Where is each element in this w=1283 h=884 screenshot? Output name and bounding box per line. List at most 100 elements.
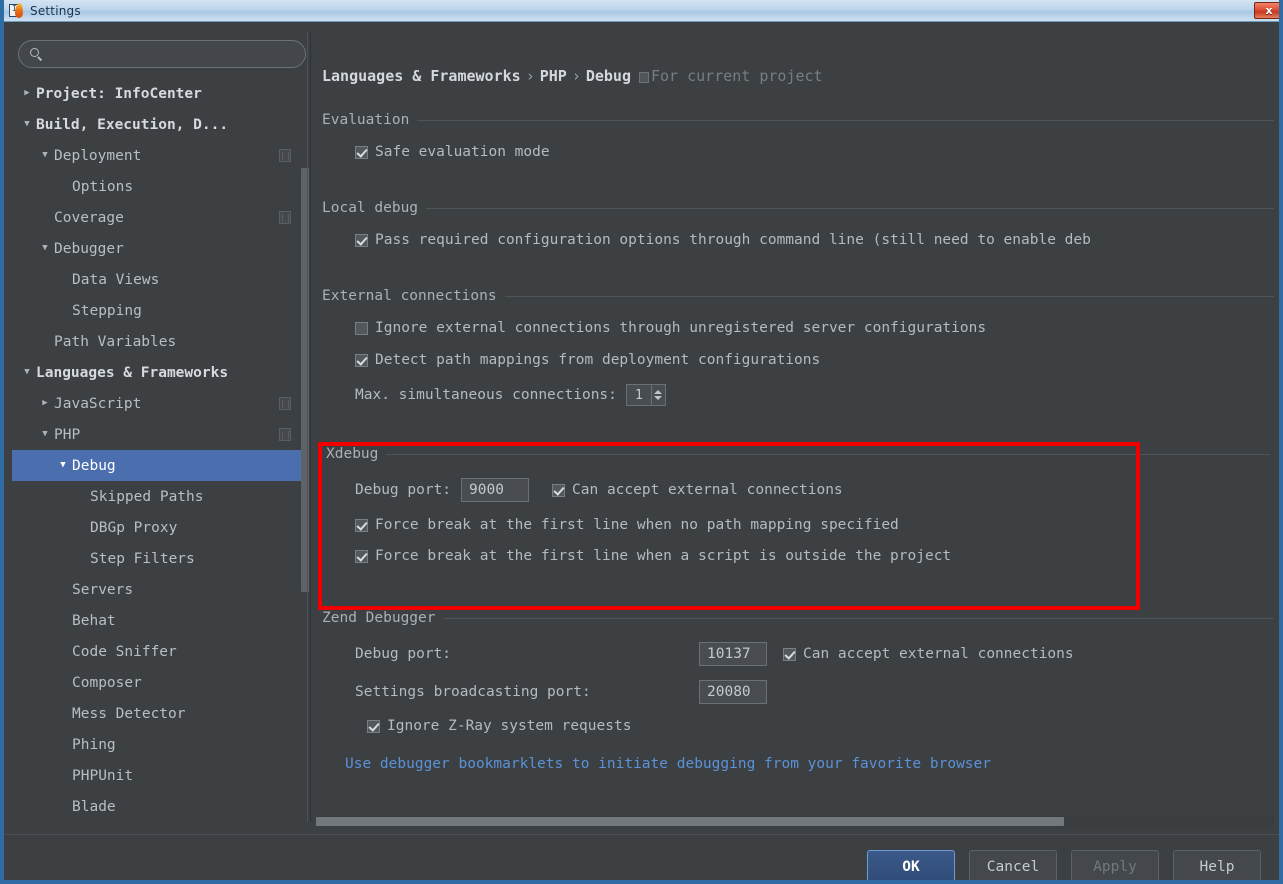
sidebar-item-path-variables[interactable]: Path Variables bbox=[12, 326, 304, 357]
sidebar-item-mess-detector[interactable]: Mess Detector bbox=[12, 698, 304, 729]
section-rule bbox=[504, 295, 1274, 297]
sidebar-item-data-views[interactable]: Data Views bbox=[12, 264, 304, 295]
zend-broadcast-port-row: Settings broadcasting port: bbox=[355, 680, 1274, 704]
detect-path-mappings-row[interactable]: Detect path mappings from deployment con… bbox=[355, 352, 1274, 368]
sidebar-item-blade[interactable]: Blade bbox=[12, 791, 304, 818]
search-input[interactable] bbox=[49, 46, 305, 62]
chevron-right-icon[interactable]: ▶ bbox=[38, 399, 52, 408]
sidebar-item-servers[interactable]: Servers bbox=[12, 574, 304, 605]
close-icon[interactable]: x bbox=[1254, 2, 1279, 19]
sidebar-item-deployment[interactable]: ▼ Deployment bbox=[12, 140, 304, 171]
zend-ignore-zray-row[interactable]: Ignore Z-Ray system requests bbox=[367, 718, 1274, 734]
sidebar-item-step-filters[interactable]: Step Filters bbox=[12, 543, 304, 574]
xdebug-can-accept-checkbox[interactable] bbox=[552, 483, 566, 497]
xdebug-force-break-no-mapping-checkbox[interactable] bbox=[355, 518, 368, 532]
sidebar-item-label: JavaScript bbox=[54, 395, 142, 412]
chevron-down-icon[interactable]: ▼ bbox=[38, 244, 52, 253]
help-button[interactable]: Help bbox=[1173, 849, 1261, 880]
sidebar-item-dbgp-proxy[interactable]: DBGp Proxy bbox=[12, 512, 304, 543]
xdebug-can-accept-label: Can accept external connections bbox=[572, 482, 843, 498]
sidebar-item-label: PHPUnit bbox=[72, 767, 134, 784]
breadcrumb-item-1[interactable]: PHP bbox=[540, 67, 567, 85]
sidebar-item-languages-frameworks[interactable]: ▼ Languages & Frameworks bbox=[12, 357, 304, 388]
zend-debug-port-input[interactable] bbox=[699, 642, 767, 666]
bookmarklets-link-row[interactable]: Use debugger bookmarklets to initiate de… bbox=[345, 756, 1274, 772]
settings-window: Settings x ▶Project: InfoCenter▼Build, E… bbox=[0, 0, 1283, 884]
cancel-button[interactable]: Cancel bbox=[969, 849, 1057, 880]
apply-button[interactable]: Apply bbox=[1071, 849, 1159, 880]
sidebar-item-label: Project: InfoCenter bbox=[36, 85, 202, 102]
sidebar-item-label: Data Views bbox=[72, 271, 160, 288]
sidebar-item-skipped-paths[interactable]: Skipped Paths bbox=[12, 481, 304, 512]
ignore-external-connections-label: Ignore external connections through unre… bbox=[375, 320, 987, 336]
zend-broadcast-port-input[interactable] bbox=[699, 680, 767, 704]
sidebar-item-phpunit[interactable]: PHPUnit bbox=[12, 760, 304, 791]
detect-path-mappings-checkbox[interactable] bbox=[355, 353, 368, 367]
xdebug-force-break-outside-project-checkbox[interactable] bbox=[355, 549, 368, 563]
sidebar-item-behat[interactable]: Behat bbox=[12, 605, 304, 636]
dialog-button-bar: OK Cancel Apply Help bbox=[4, 834, 1279, 880]
chevron-right-icon[interactable]: ▶ bbox=[20, 89, 34, 98]
sidebar-item-label: PHP bbox=[54, 426, 81, 443]
sidebar-item-javascript[interactable]: ▶ JavaScript bbox=[12, 388, 304, 419]
project-scope-label: For current project bbox=[651, 67, 823, 85]
external-connections-title-text: External connections bbox=[322, 288, 497, 304]
pass-required-options-row[interactable]: Pass required configuration options thro… bbox=[355, 232, 1274, 248]
sidebar-item-php[interactable]: ▼ PHP bbox=[12, 419, 304, 450]
safe-evaluation-mode-row[interactable]: Safe evaluation mode bbox=[355, 144, 1274, 160]
content-horizontal-scrollbar-thumb[interactable] bbox=[316, 817, 1064, 826]
chevron-down-icon[interactable]: ▼ bbox=[38, 151, 52, 160]
sidebar-item-label: Deployment bbox=[54, 147, 142, 164]
sidebar-item-stepping[interactable]: Stepping bbox=[12, 295, 304, 326]
search-box[interactable] bbox=[18, 40, 306, 68]
sidebar-item-label: Path Variables bbox=[54, 333, 177, 350]
chevron-down-icon[interactable]: ▼ bbox=[38, 430, 52, 439]
sidebar-item-options[interactable]: Options bbox=[12, 171, 304, 202]
breadcrumb-item-2[interactable]: Debug bbox=[586, 67, 631, 85]
sidebar-item-label: Stepping bbox=[72, 302, 142, 319]
max-connections-stepper[interactable] bbox=[625, 384, 666, 406]
sidebar-item-debug[interactable]: ▼ Debug bbox=[12, 450, 304, 481]
xdebug-force-break-no-mapping-row[interactable]: Force break at the first line when no pa… bbox=[355, 517, 1270, 533]
sidebar-item-label: Debug bbox=[72, 457, 116, 474]
safe-evaluation-mode-checkbox[interactable] bbox=[355, 145, 368, 159]
max-connections-input[interactable] bbox=[626, 385, 651, 405]
sidebar-item-composer[interactable]: Composer bbox=[12, 667, 304, 698]
zend-ignore-zray-label: Ignore Z-Ray system requests bbox=[387, 718, 632, 734]
ignore-external-connections-row[interactable]: Ignore external connections through unre… bbox=[355, 320, 1274, 336]
sidebar-item-code-sniffer[interactable]: Code Sniffer bbox=[12, 636, 304, 667]
settings-tree[interactable]: ▶ Project: InfoCenter ▼ Build, Execution, D… bbox=[12, 78, 304, 818]
pass-required-options-checkbox[interactable] bbox=[355, 233, 368, 247]
chevron-down-icon[interactable]: ▼ bbox=[20, 120, 34, 129]
xdebug-debug-port-input[interactable] bbox=[461, 478, 530, 502]
zend-debugger-section-title: Zend Debugger bbox=[322, 610, 1274, 626]
zend-ignore-zray-checkbox[interactable] bbox=[367, 719, 380, 733]
xdebug-force-break-outside-project-row[interactable]: Force break at the first line when a scr… bbox=[355, 548, 1270, 564]
evaluation-title-text: Evaluation bbox=[322, 112, 410, 128]
sidebar-item-debugger[interactable]: ▼ Debugger bbox=[12, 233, 304, 264]
content-horizontal-scrollbar[interactable] bbox=[316, 816, 1274, 827]
bookmarklets-link[interactable]: Use debugger bookmarklets to initiate de… bbox=[345, 756, 991, 772]
breadcrumb-item-0[interactable]: Languages & Frameworks bbox=[322, 67, 521, 85]
xdebug-force-break-no-mapping-label: Force break at the first line when no pa… bbox=[375, 517, 899, 533]
stepper-arrows[interactable] bbox=[650, 385, 665, 405]
stepper-up-icon bbox=[654, 390, 663, 394]
sidebar-item-coverage[interactable]: Coverage bbox=[12, 202, 304, 233]
sidebar-item-build-execution-d[interactable]: ▼ Build, Execution, D... bbox=[12, 109, 304, 140]
breadcrumb-separator-1: › bbox=[571, 67, 581, 85]
safe-evaluation-mode-label: Safe evaluation mode bbox=[375, 144, 550, 160]
sidebar-item-phing[interactable]: Phing bbox=[12, 729, 304, 760]
section-rule bbox=[443, 617, 1274, 619]
zend-can-accept-checkbox[interactable] bbox=[783, 647, 796, 661]
chevron-down-icon[interactable]: ▼ bbox=[56, 461, 70, 470]
evaluation-section-title: Evaluation bbox=[322, 112, 1274, 128]
chevron-down-icon[interactable]: ▼ bbox=[20, 368, 34, 377]
ok-button[interactable]: OK bbox=[867, 849, 955, 880]
ignore-external-connections-checkbox[interactable] bbox=[355, 321, 368, 335]
sidebar-item-project-infocenter[interactable]: ▶ Project: InfoCenter bbox=[12, 78, 304, 109]
